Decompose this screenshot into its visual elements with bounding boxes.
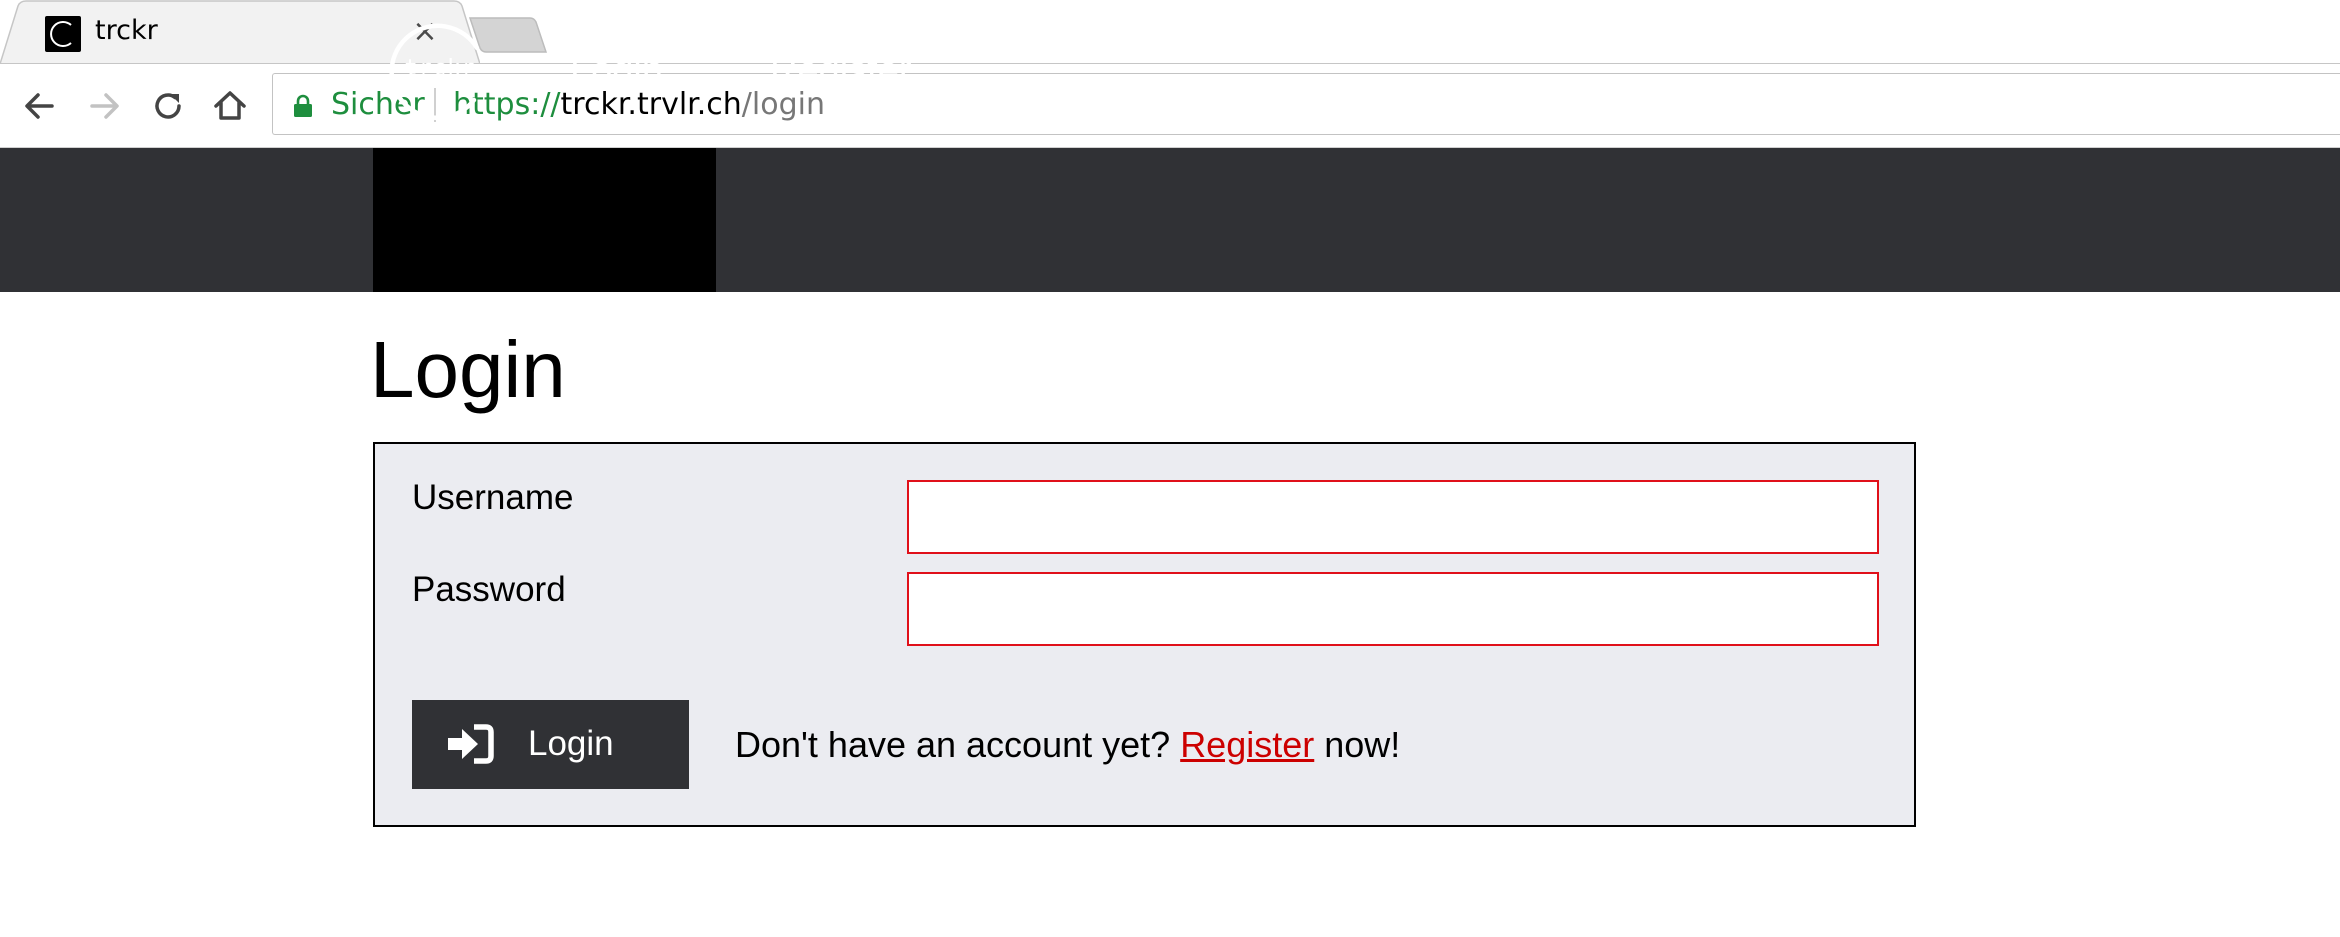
logo-text: trckr [404,56,476,81]
login-submit-button[interactable]: Login [412,700,689,789]
arrow-left-icon [25,93,54,119]
browser-tab-strip: trckr × [0,0,2340,64]
login-form: Username Password Login Don't have an ac… [373,442,1916,827]
back-button[interactable] [18,84,62,128]
active-nav-background [373,148,716,292]
reload-icon [155,93,181,119]
register-prompt-text: Don't have an account yet? [735,724,1171,765]
username-input[interactable] [907,480,1879,554]
browser-toolbar: Sicher https://trckr.trvlr.ch/login [0,64,2340,148]
register-prompt: Don't have an account yet? Register now! [735,722,1400,768]
sign-in-icon [448,724,494,764]
login-button-label: Login [528,724,614,763]
username-label: Username [412,478,574,517]
password-label: Password [412,570,566,609]
home-icon [214,91,246,120]
lock-icon [294,94,312,117]
password-input[interactable] [907,572,1879,646]
nav-link-register[interactable]: Register [770,46,912,96]
nav-link-login[interactable]: Login [570,46,663,96]
register-link[interactable]: Register [1180,724,1314,765]
arrow-right-icon [90,93,119,119]
register-suffix-text: now! [1324,724,1401,765]
tab-title: trckr [95,15,158,46]
page-title: Login [370,325,566,414]
site-header [0,148,2340,292]
reload-button[interactable] [146,84,190,128]
home-button[interactable] [208,84,252,128]
forward-button[interactable] [82,84,126,128]
tab-favicon-icon [45,16,81,52]
